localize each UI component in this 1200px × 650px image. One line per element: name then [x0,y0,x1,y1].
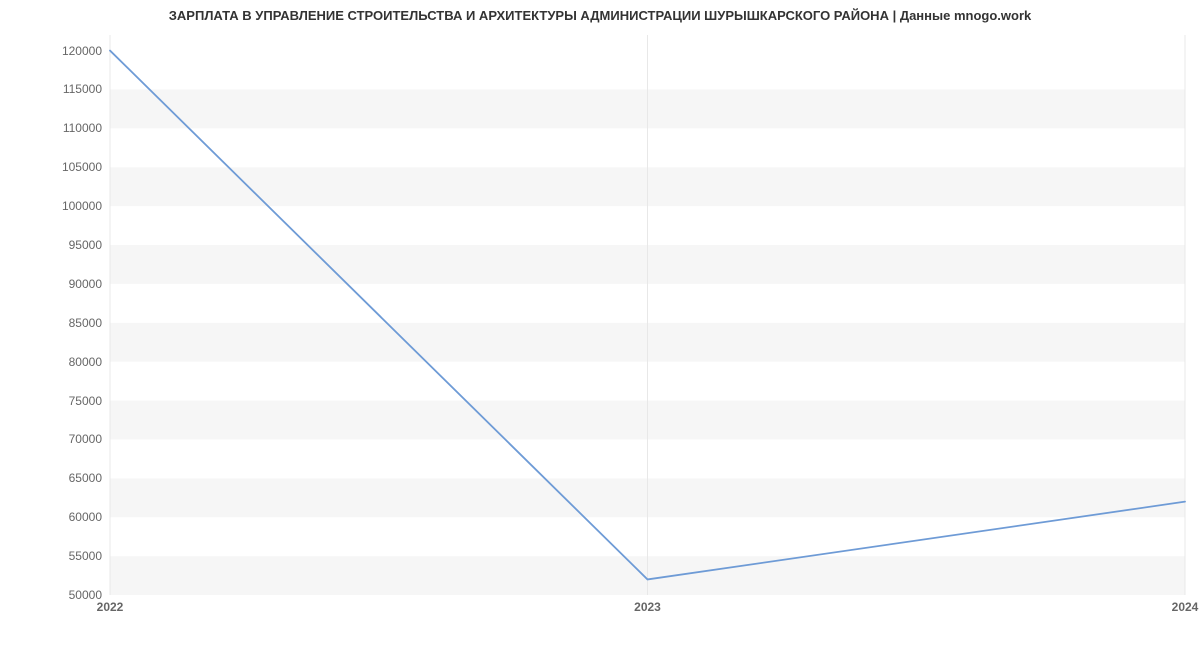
y-tick-label: 85000 [69,316,102,330]
y-tick-label: 115000 [63,82,102,96]
y-tick-label: 60000 [69,510,102,524]
x-tick-label: 2023 [634,600,661,614]
y-tick-label: 100000 [62,199,102,213]
y-tick-label: 65000 [69,471,102,485]
chart-container: ЗАРПЛАТА В УПРАВЛЕНИЕ СТРОИТЕЛЬСТВА И АР… [0,0,1200,650]
y-tick-label: 55000 [69,549,102,563]
y-tick-label: 95000 [69,238,102,252]
y-tick-label: 105000 [62,160,102,174]
x-tick-label: 2024 [1172,600,1199,614]
y-tick-label: 90000 [69,277,102,291]
plot-area [110,35,1185,595]
chart-svg [110,35,1185,595]
chart-title: ЗАРПЛАТА В УПРАВЛЕНИЕ СТРОИТЕЛЬСТВА И АР… [0,8,1200,23]
x-tick-label: 2022 [97,600,124,614]
y-tick-label: 80000 [69,355,102,369]
y-tick-label: 75000 [69,394,102,408]
y-tick-label: 110000 [63,121,102,135]
y-tick-label: 120000 [62,44,102,58]
y-tick-label: 70000 [69,432,102,446]
